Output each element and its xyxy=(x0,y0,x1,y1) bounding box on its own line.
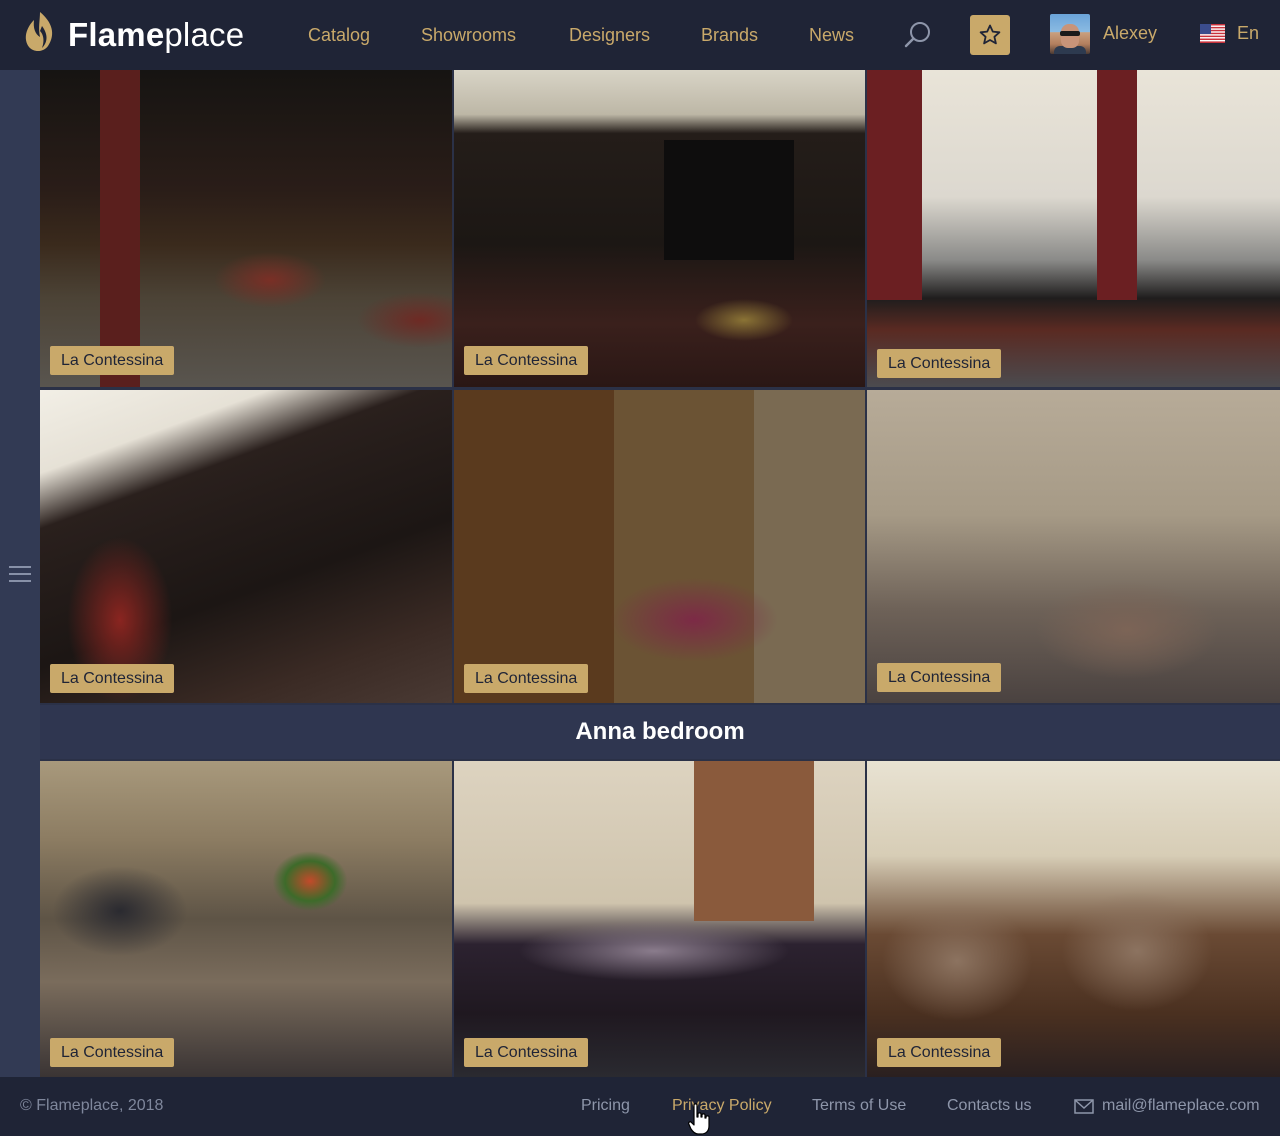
brand-tag[interactable]: La Contessina xyxy=(464,1038,589,1067)
gallery-tile[interactable]: La Contessina xyxy=(867,390,1280,703)
brand-tag[interactable]: La Contessina xyxy=(50,1038,175,1067)
search-icon[interactable] xyxy=(903,20,933,50)
brand-tag[interactable]: La Contessina xyxy=(464,664,589,693)
nav-catalog[interactable]: Catalog xyxy=(308,24,370,46)
logo[interactable]: Flameplace xyxy=(22,10,262,58)
gallery-image xyxy=(867,761,1280,1077)
brand-tag[interactable]: La Contessina xyxy=(464,346,589,375)
gallery-tile[interactable]: La Contessina xyxy=(454,761,865,1077)
gallery-image xyxy=(40,70,452,387)
sidebar xyxy=(0,70,40,1077)
gallery-image xyxy=(867,70,1280,387)
gallery-image xyxy=(867,390,1280,703)
brand-tag[interactable]: La Contessina xyxy=(877,349,1002,378)
brand-tag[interactable]: La Contessina xyxy=(50,346,175,375)
gallery-image xyxy=(454,390,865,703)
gallery-image xyxy=(40,761,452,1077)
gallery-tile[interactable]: La Contessina xyxy=(454,70,865,387)
brand-tag[interactable]: La Contessina xyxy=(50,664,175,693)
brand-tag[interactable]: La Contessina xyxy=(877,663,1002,692)
nav-designers[interactable]: Designers xyxy=(569,24,650,46)
menu-icon[interactable] xyxy=(9,566,31,582)
gallery-tile[interactable]: La Contessina xyxy=(40,761,452,1077)
hand-cursor-icon xyxy=(688,1103,710,1135)
nav-showrooms[interactable]: Showrooms xyxy=(421,24,516,46)
nav-brands[interactable]: Brands xyxy=(701,24,758,46)
footer-email[interactable]: mail@flameplace.com xyxy=(1102,1097,1260,1115)
gallery-image xyxy=(454,70,865,387)
copyright: © Flameplace, 2018 xyxy=(20,1097,164,1114)
us-flag-icon[interactable] xyxy=(1200,24,1225,43)
gallery-tile[interactable]: La Contessina xyxy=(40,70,452,387)
favorites-button[interactable] xyxy=(970,15,1010,55)
language-selector[interactable]: En xyxy=(1237,23,1259,44)
gallery-tile[interactable]: La Contessina xyxy=(40,390,452,703)
nav-news[interactable]: News xyxy=(809,24,854,46)
footer-link-terms-of-use[interactable]: Terms of Use xyxy=(812,1097,906,1115)
footer-link-contacts[interactable]: Contacts us xyxy=(947,1097,1031,1115)
star-icon xyxy=(979,24,1001,45)
gallery-image xyxy=(40,390,452,703)
section-title: Anna bedroom xyxy=(40,705,1280,759)
gallery-tile[interactable]: La Contessina xyxy=(867,761,1280,1077)
gallery-tile[interactable]: La Contessina xyxy=(867,70,1280,387)
flame-logo-icon xyxy=(25,12,53,52)
gallery-image xyxy=(454,761,865,1077)
brand-tag[interactable]: La Contessina xyxy=(877,1038,1002,1067)
mail-icon xyxy=(1074,1099,1094,1114)
user-name[interactable]: Alexey xyxy=(1103,23,1157,44)
gallery-tile[interactable]: La Contessina xyxy=(454,390,865,703)
avatar[interactable] xyxy=(1050,14,1090,54)
logo-text: Flameplace xyxy=(68,16,245,53)
footer-link-privacy-policy[interactable]: Privacy Policy xyxy=(672,1097,772,1115)
site-header: Flameplace Catalog Showrooms Designers B… xyxy=(0,0,1280,70)
footer-link-pricing[interactable]: Pricing xyxy=(581,1097,630,1115)
site-footer: © Flameplace, 2018 Pricing Privacy Polic… xyxy=(0,1077,1280,1136)
